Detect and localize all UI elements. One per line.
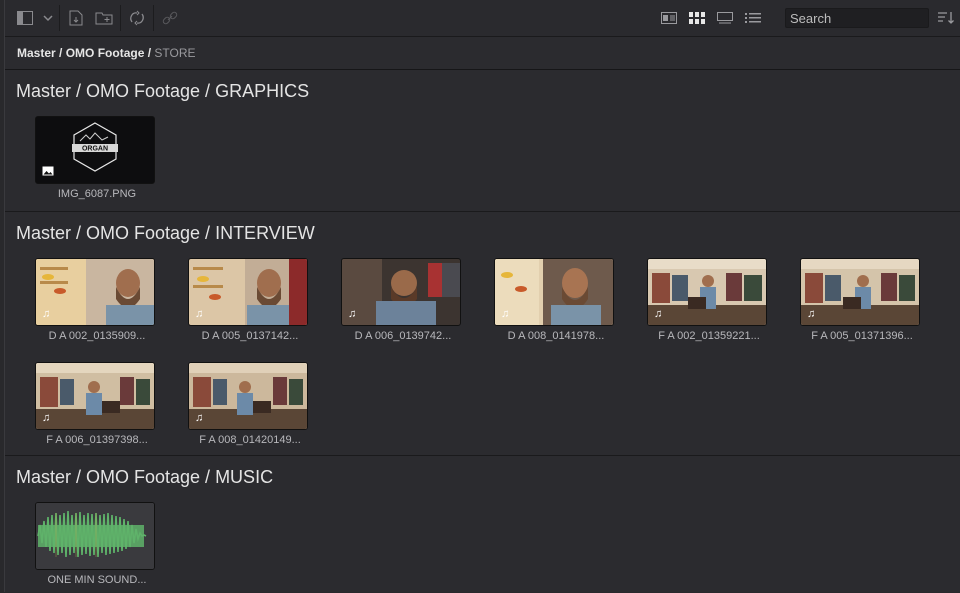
- clip-preview: ♫: [35, 362, 155, 430]
- image-badge-icon: [42, 166, 56, 178]
- media-pool-toolbar: [5, 0, 960, 37]
- list-view-icon[interactable]: [739, 4, 767, 32]
- bin-section-graphics: Master / OMO Footage / GRAPHICS ORGAN IM…: [5, 70, 960, 211]
- breadcrumb-item-master[interactable]: Master: [17, 46, 56, 60]
- breadcrumb: Master / OMO Footage / STORE: [5, 37, 960, 70]
- clip-name: F A 006_01397398...: [46, 434, 148, 446]
- breadcrumb-item-omo-footage[interactable]: OMO Footage: [66, 46, 145, 60]
- audio-badge-icon: ♫: [42, 412, 51, 424]
- clip-preview: [35, 502, 155, 570]
- new-bin-icon[interactable]: [90, 4, 118, 32]
- breadcrumb-current: STORE: [154, 46, 196, 60]
- clip-preview: ♫: [341, 258, 461, 326]
- audio-badge-icon: ♫: [807, 308, 816, 320]
- unlink-clips-icon[interactable]: [156, 4, 184, 32]
- clip-name: D A 005_0137142...: [201, 330, 299, 342]
- clip-preview: ♫: [800, 258, 920, 326]
- filmstrip-view-icon[interactable]: [711, 4, 739, 32]
- bin-section-interview: Master / OMO Footage / INTERVIEW ♫ D A 0…: [5, 211, 960, 455]
- thumbnail-view-icon[interactable]: [683, 4, 711, 32]
- bin-section-music: Master / OMO Footage / MUSIC ONE MIN SOU…: [5, 455, 960, 593]
- audio-badge-icon: ♫: [348, 308, 357, 320]
- section-title: Master / OMO Footage / MUSIC: [16, 467, 274, 487]
- waveform-image: [36, 503, 154, 569]
- clip-name: D A 002_0135909...: [48, 330, 146, 342]
- audio-badge-icon: ♫: [654, 308, 663, 320]
- clip-preview: ♫: [494, 258, 614, 326]
- clip-name: D A 006_0139742...: [354, 330, 452, 342]
- clip-preview: ♫: [188, 362, 308, 430]
- clip-preview: ORGAN: [35, 116, 155, 184]
- audio-badge-icon: ♫: [195, 412, 204, 424]
- relink-clips-icon[interactable]: [123, 4, 151, 32]
- clip-preview: ♫: [35, 258, 155, 326]
- section-title: Master / OMO Footage / INTERVIEW: [16, 223, 315, 243]
- clip-preview: ♫: [188, 258, 308, 326]
- clip-name: IMG_6087.PNG: [57, 188, 137, 200]
- audio-badge-icon: ♫: [195, 308, 204, 320]
- import-media-icon[interactable]: [62, 4, 90, 32]
- breadcrumb-separator: /: [144, 46, 155, 60]
- clip-name: D A 008_0141978...: [507, 330, 605, 342]
- audio-badge-icon: ♫: [42, 308, 51, 320]
- clip-name: F A 008_01420149...: [199, 434, 301, 446]
- sort-icon[interactable]: [933, 4, 960, 32]
- clip-name: ONE MIN SOUND...: [47, 574, 147, 586]
- toolbar-divider: [153, 5, 154, 31]
- section-title: Master / OMO Footage / GRAPHICS: [16, 81, 310, 101]
- search-field[interactable]: [785, 8, 929, 28]
- breadcrumb-separator: /: [55, 46, 66, 60]
- clip-preview: ♫: [647, 258, 767, 326]
- audio-badge-icon: ♫: [501, 308, 510, 320]
- toolbar-divider: [59, 5, 60, 31]
- toggle-bin-list-icon[interactable]: [11, 4, 39, 32]
- metadata-view-icon[interactable]: [655, 4, 683, 32]
- chevron-down-icon[interactable]: [39, 4, 57, 32]
- clip-name: F A 002_01359221...: [658, 330, 760, 342]
- media-pool-panel: Master / OMO Footage / STORE Master / OM…: [4, 0, 960, 592]
- search-input[interactable]: [786, 9, 928, 27]
- clip-name: F A 005_01371396...: [811, 330, 913, 342]
- toolbar-divider: [120, 5, 121, 31]
- logo-text: ORGAN: [82, 146, 108, 153]
